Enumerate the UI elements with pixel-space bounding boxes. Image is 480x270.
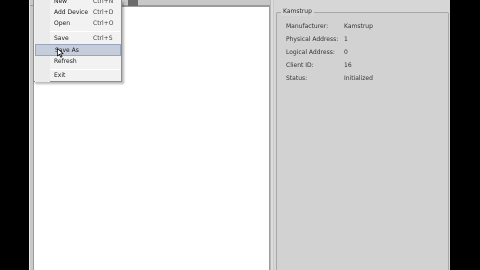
menu-item-save-as[interactable]: Save As <box>35 44 121 56</box>
file-menu-dropdown: New Ctrl+N Add Device Ctrl+D Open Ctrl+O… <box>33 0 122 82</box>
menu-separator <box>50 31 120 32</box>
device-details-panel: Kamstrup Manufacturer: Kamstrup Physical… <box>274 0 450 270</box>
property-label: Logical Address: <box>286 49 335 56</box>
mouse-cursor-icon <box>57 48 64 58</box>
menu-item-label: Exit <box>54 72 66 79</box>
device-properties-group: Kamstrup Manufacturer: Kamstrup Physical… <box>276 7 449 270</box>
property-value: 16 <box>344 62 352 69</box>
group-title: Kamstrup <box>281 7 314 16</box>
property-value: 0 <box>344 49 348 56</box>
property-value: 1 <box>344 36 348 43</box>
menu-item-refresh[interactable]: Refresh <box>35 56 121 68</box>
pane-splitter[interactable] <box>270 0 273 270</box>
property-label: Manufacturer: <box>286 23 329 30</box>
property-label: Physical Address: <box>286 36 339 43</box>
menu-item-label: Open <box>54 20 71 27</box>
menu-item-open[interactable]: Open Ctrl+O <box>35 18 121 30</box>
menu-item-shortcut: Ctrl+O <box>93 20 114 27</box>
property-label: Status: <box>286 75 308 82</box>
property-label: Client ID: <box>286 62 314 69</box>
property-value: Initialized <box>344 75 373 82</box>
menu-item-exit[interactable]: Exit <box>35 70 121 82</box>
property-value: Kamstrup <box>344 23 373 30</box>
